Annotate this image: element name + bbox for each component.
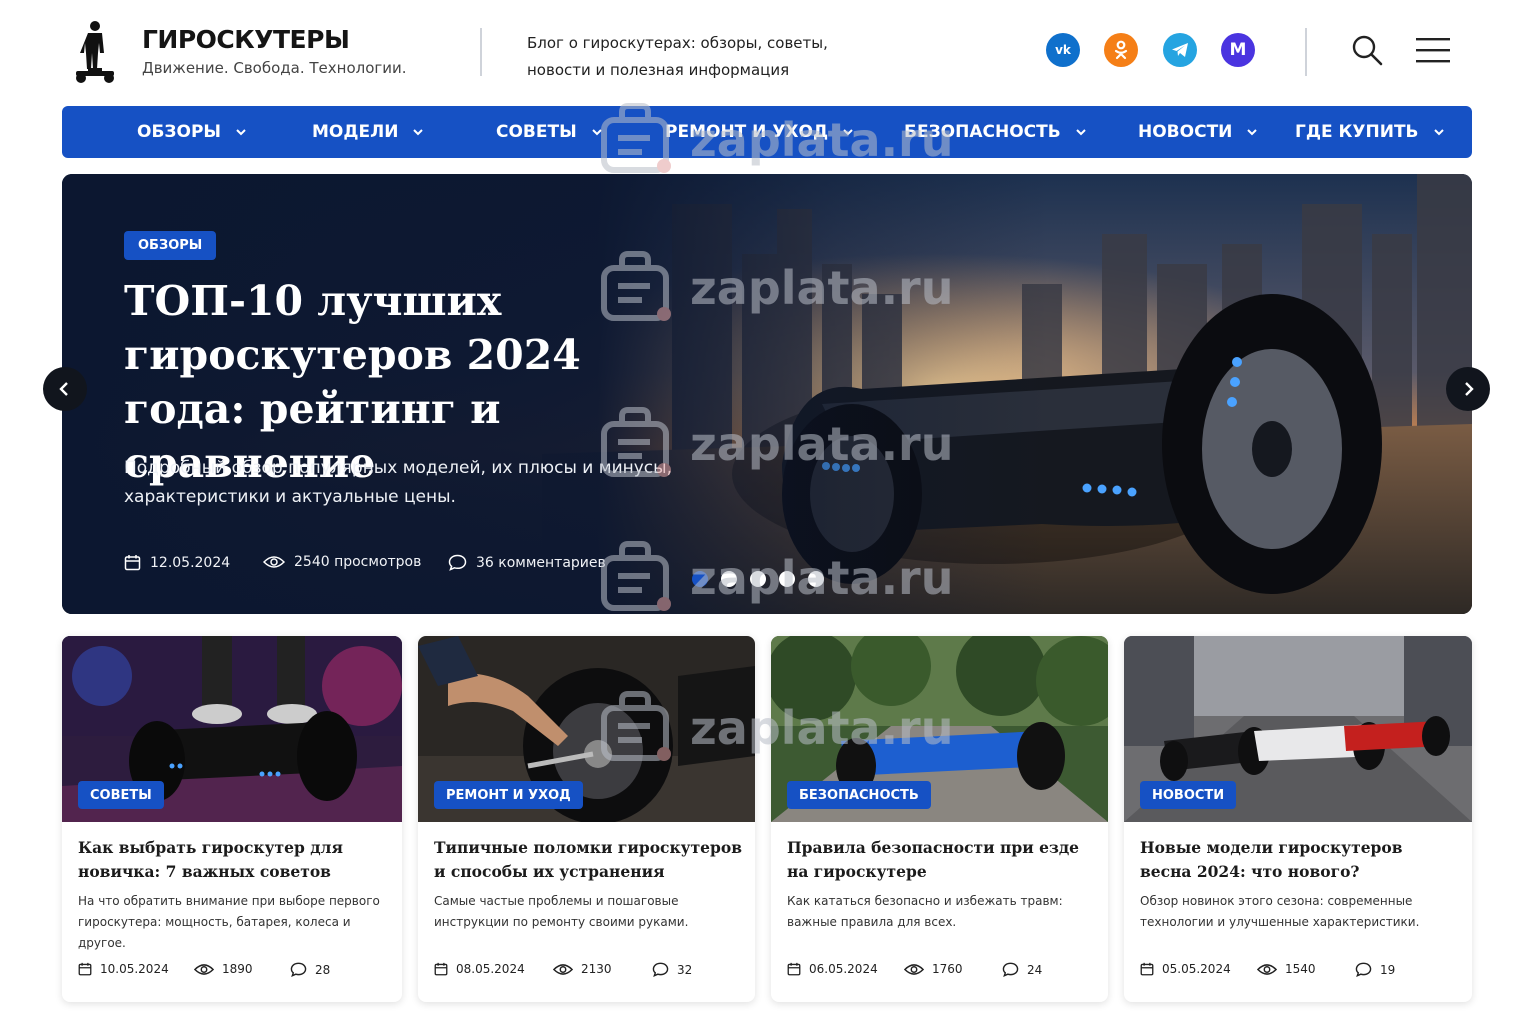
eye-icon: [194, 963, 214, 975]
hoverboard-rider-logo-icon[interactable]: [74, 20, 116, 84]
nav-item-reviews[interactable]: ОБЗОРЫ: [137, 106, 247, 158]
card-description: Самые частые проблемы и пошаговые инстру…: [434, 894, 689, 929]
card-title[interactable]: Новые модели гироскутеров весна 2024: чт…: [1140, 836, 1450, 884]
card-comments: 24: [1002, 962, 1042, 977]
hero-description: Подробный обзор популярных моделей, их п…: [124, 458, 672, 507]
nav-item-tips[interactable]: СОВЕТЫ: [496, 106, 603, 158]
eye-icon: [904, 963, 924, 975]
card-description: На что обратить внимание при выборе перв…: [78, 894, 380, 950]
card-title[interactable]: Типичные поломки гироскутеров и способы …: [434, 836, 744, 884]
comment-icon: [1002, 962, 1019, 977]
slider-pagination: [692, 571, 837, 587]
comment-icon: [652, 962, 669, 977]
card-category-badge[interactable]: БЕЗОПАСНОСТЬ: [787, 781, 931, 809]
card-views: 1760: [904, 962, 963, 976]
slider-dot[interactable]: [808, 571, 824, 587]
card-title[interactable]: Как выбрать гироскутер для новичка: 7 ва…: [78, 836, 388, 884]
card-comments: 19: [1355, 962, 1395, 977]
nav-item-news[interactable]: НОВОСТИ: [1138, 106, 1258, 158]
card-date: 10.05.2024: [78, 962, 169, 976]
chevron-down-icon: [413, 129, 424, 136]
article-card[interactable]: БЕЗОПАСНОСТЬ Правила безопасности при ез…: [771, 636, 1108, 1002]
slider-dot[interactable]: [779, 571, 795, 587]
hamburger-menu-icon[interactable]: [1414, 36, 1452, 64]
card-date: 06.05.2024: [787, 962, 878, 976]
site-header: ГИРОСКУТЕРЫ Движение. Свобода. Технологи…: [0, 0, 1536, 104]
hero-category-badge[interactable]: ОБЗОРЫ: [124, 231, 217, 260]
calendar-icon: [1140, 962, 1154, 976]
vk-icon[interactable]: vk: [1046, 33, 1080, 67]
comment-icon: [448, 554, 467, 571]
main-navigation: ОБЗОРЫ МОДЕЛИ СОВЕТЫ РЕМОНТ И УХОД БЕЗОП…: [62, 106, 1472, 158]
hero-comments: 36 комментариев: [448, 554, 606, 571]
card-date: 08.05.2024: [434, 962, 525, 976]
article-card[interactable]: НОВОСТИ Новые модели гироскутеров весна …: [1124, 636, 1472, 1002]
chevron-down-icon: [1433, 129, 1444, 136]
telegram-icon[interactable]: [1163, 33, 1197, 67]
eye-icon: [263, 556, 285, 568]
nav-item-repair[interactable]: РЕМОНТ И УХОД: [665, 106, 854, 158]
site-title[interactable]: ГИРОСКУТЕРЫ: [142, 25, 350, 54]
header-divider: [480, 28, 482, 76]
card-comments: 32: [652, 962, 692, 977]
search-icon[interactable]: [1350, 33, 1384, 67]
article-card[interactable]: РЕМОНТ И УХОД Типичные поломки гироскуте…: [418, 636, 755, 1002]
nav-item-models[interactable]: МОДЕЛИ: [312, 106, 424, 158]
comment-icon: [1355, 962, 1372, 977]
chevron-down-icon: [843, 129, 853, 136]
max-icon[interactable]: M: [1221, 33, 1255, 67]
chevron-down-icon: [236, 129, 246, 136]
slider-next-button[interactable]: [1446, 367, 1490, 411]
card-views: 2130: [553, 962, 612, 976]
hero-slider[interactable]: ОБЗОРЫ ТОП-10 лучших гироскутеров 2024 г…: [62, 174, 1472, 614]
nav-item-where-to-buy[interactable]: ГДЕ КУПИТЬ: [1295, 106, 1445, 158]
slider-prev-button[interactable]: [43, 367, 87, 411]
card-category-badge[interactable]: НОВОСТИ: [1140, 781, 1237, 809]
chevron-down-icon: [1247, 129, 1258, 136]
nav-item-safety[interactable]: БЕЗОПАСНОСТЬ: [904, 106, 1087, 158]
site-tagline: Блог о гироскутерах: обзоры, советы, нов…: [527, 34, 828, 79]
calendar-icon: [78, 962, 92, 976]
site-slogan: Движение. Свобода. Технологии.: [142, 59, 407, 77]
odnoklassniki-icon[interactable]: [1104, 33, 1138, 67]
eye-icon: [1257, 963, 1277, 975]
slider-dot[interactable]: [750, 571, 766, 587]
chevron-right-icon: [1465, 382, 1474, 396]
card-views: 1540: [1257, 962, 1316, 976]
calendar-icon: [124, 555, 141, 571]
card-category-badge[interactable]: СОВЕТЫ: [78, 781, 164, 809]
slider-dot[interactable]: [721, 571, 737, 587]
card-description: Как кататься безопасно и избежать травм:…: [787, 894, 1063, 929]
calendar-icon: [787, 962, 801, 976]
chevron-down-icon: [592, 129, 602, 136]
header-divider: [1305, 28, 1307, 76]
comment-icon: [290, 962, 307, 977]
chevron-down-icon: [1075, 129, 1086, 136]
eye-icon: [553, 963, 573, 975]
calendar-icon: [434, 962, 448, 976]
chevron-left-icon: [59, 382, 68, 396]
card-views: 1890: [194, 962, 253, 976]
card-description: Обзор новинок этого сезона: современные …: [1140, 894, 1420, 929]
card-category-badge[interactable]: РЕМОНТ И УХОД: [434, 781, 583, 809]
card-comments: 28: [290, 962, 330, 977]
hero-date: 12.05.2024: [124, 554, 230, 571]
hero-views: 2540 просмотров: [263, 554, 421, 570]
slider-dot[interactable]: [692, 571, 708, 587]
card-date: 05.05.2024: [1140, 962, 1231, 976]
article-card[interactable]: СОВЕТЫ Как выбрать гироскутер для новичк…: [62, 636, 402, 1002]
card-title[interactable]: Правила безопасности при езде на гироску…: [787, 836, 1097, 884]
